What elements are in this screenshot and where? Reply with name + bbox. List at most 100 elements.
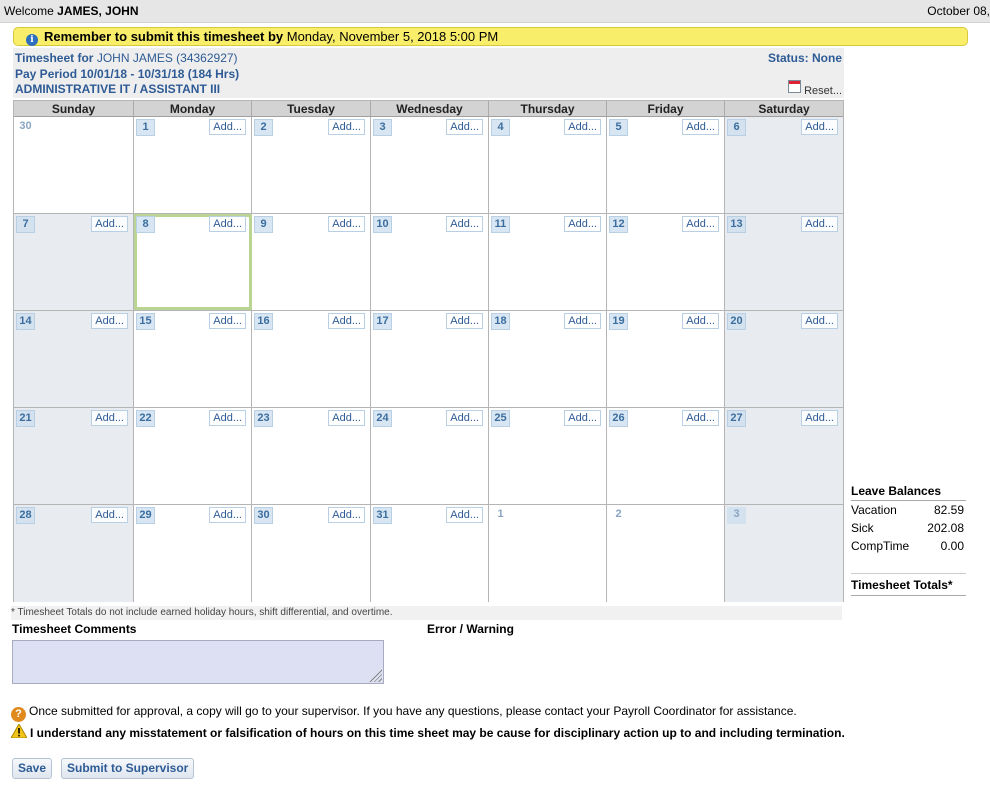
add-entry-button[interactable]: Add...: [801, 410, 838, 426]
calendar-day[interactable]: 2 Add...: [252, 117, 371, 213]
timesheet-header: Timesheet for JOHN JAMES (34362927) Pay …: [13, 48, 844, 98]
day-number: 22: [136, 410, 155, 427]
calendar-day[interactable]: 24 Add...: [371, 408, 489, 504]
add-entry-button[interactable]: Add...: [91, 313, 128, 329]
add-entry-button[interactable]: Add...: [446, 313, 483, 329]
calendar-day[interactable]: 27 Add...: [725, 408, 843, 504]
calendar-day[interactable]: 3 Add...: [371, 117, 489, 213]
leave-type-label: Vacation: [851, 503, 897, 517]
add-entry-button[interactable]: Add...: [328, 410, 365, 426]
calendar-day[interactable]: 14 Add...: [14, 311, 134, 407]
add-entry-button[interactable]: Add...: [801, 119, 838, 135]
calendar-day[interactable]: 6 Add...: [725, 117, 843, 213]
calendar-day[interactable]: 31 Add...: [371, 505, 489, 602]
add-entry-button[interactable]: Add...: [209, 119, 246, 135]
calendar-day[interactable]: 22 Add...: [134, 408, 252, 504]
add-entry-button[interactable]: Add...: [209, 216, 246, 232]
day-number: 11: [491, 216, 510, 233]
add-entry-button[interactable]: Add...: [328, 313, 365, 329]
add-entry-button[interactable]: Add...: [801, 216, 838, 232]
add-entry-button[interactable]: Add...: [209, 410, 246, 426]
calendar-day[interactable]: 29 Add...: [134, 505, 252, 602]
add-entry-button[interactable]: Add...: [446, 119, 483, 135]
calendar-day[interactable]: 17 Add...: [371, 311, 489, 407]
calendar-day[interactable]: 4 Add...: [489, 117, 607, 213]
save-button[interactable]: Save: [12, 758, 53, 779]
add-entry-button[interactable]: Add...: [91, 507, 128, 523]
calendar-day[interactable]: 1: [489, 505, 607, 602]
calendar-day[interactable]: 26 Add...: [607, 408, 725, 504]
question-icon: ?: [11, 707, 26, 722]
add-entry-button[interactable]: Add...: [328, 216, 365, 232]
calendar-day-today[interactable]: 8 Add...: [134, 214, 252, 310]
day-number: 25: [491, 410, 510, 427]
add-entry-button[interactable]: Add...: [209, 313, 246, 329]
leave-balance-value: 202.08: [927, 521, 964, 535]
add-entry-button[interactable]: Add...: [564, 410, 601, 426]
calendar-day[interactable]: 3: [725, 505, 843, 602]
welcome-text: Welcome JAMES, JOHN: [4, 4, 139, 18]
calendar-day[interactable]: 30: [14, 117, 134, 213]
calendar-day[interactable]: 2: [607, 505, 725, 602]
calendar-day[interactable]: 16 Add...: [252, 311, 371, 407]
add-entry-button[interactable]: Add...: [564, 313, 601, 329]
add-entry-button[interactable]: Add...: [682, 216, 719, 232]
add-entry-button[interactable]: Add...: [446, 216, 483, 232]
add-entry-button[interactable]: Add...: [682, 119, 719, 135]
add-entry-button[interactable]: Add...: [682, 410, 719, 426]
calendar-day[interactable]: 12 Add...: [607, 214, 725, 310]
error-warning-label: Error / Warning: [427, 622, 514, 636]
calendar-day[interactable]: 1 Add...: [134, 117, 252, 213]
add-entry-button[interactable]: Add...: [209, 507, 246, 523]
calendar-day[interactable]: 10 Add...: [371, 214, 489, 310]
add-entry-button[interactable]: Add...: [564, 119, 601, 135]
calendar-day[interactable]: 15 Add...: [134, 311, 252, 407]
submit-to-supervisor-button[interactable]: Submit to Supervisor: [61, 758, 195, 779]
calendar-day[interactable]: 25 Add...: [489, 408, 607, 504]
add-entry-button[interactable]: Add...: [91, 216, 128, 232]
day-header-tuesday: Tuesday: [252, 101, 371, 116]
calendar-day[interactable]: 19 Add...: [607, 311, 725, 407]
calendar-day[interactable]: 18 Add...: [489, 311, 607, 407]
add-entry-button[interactable]: Add...: [91, 410, 128, 426]
add-entry-button[interactable]: Add...: [801, 313, 838, 329]
add-entry-button[interactable]: Add...: [446, 410, 483, 426]
add-entry-button[interactable]: Add...: [328, 507, 365, 523]
calendar-week: 30 1 Add... 2 Add... 3 Add... 4 Add... 5 Add... 6 Ad…: [14, 117, 843, 214]
leave-balance-value: 82.59: [933, 503, 964, 517]
day-number: 1: [136, 119, 155, 136]
calendar-day[interactable]: 11 Add...: [489, 214, 607, 310]
day-number: 10: [373, 216, 392, 233]
add-entry-button[interactable]: Add...: [682, 313, 719, 329]
welcome-user: JAMES, JOHN: [57, 4, 139, 18]
welcome-prefix: Welcome: [4, 4, 58, 18]
day-number: 3: [727, 507, 746, 524]
reset-link[interactable]: Reset...: [788, 80, 842, 97]
calendar-day[interactable]: 23 Add...: [252, 408, 371, 504]
calendar-day[interactable]: 20 Add...: [725, 311, 843, 407]
day-number: 15: [136, 313, 155, 330]
day-number: 8: [136, 216, 155, 233]
top-bar: Welcome JAMES, JOHN October 08,: [0, 0, 990, 23]
day-header-thursday: Thursday: [489, 101, 607, 116]
calendar-day[interactable]: 28 Add...: [14, 505, 134, 602]
calendar-day[interactable]: 13 Add...: [725, 214, 843, 310]
calendar-day[interactable]: 30 Add...: [252, 505, 371, 602]
day-number: 13: [727, 216, 746, 233]
warning-notice-text: I understand any misstatement or falsifi…: [30, 726, 845, 740]
timesheet-for: Timesheet for JOHN JAMES (34362927): [15, 51, 238, 65]
calendar-day[interactable]: 7 Add...: [14, 214, 134, 310]
day-number: 16: [254, 313, 273, 330]
add-entry-button[interactable]: Add...: [564, 216, 601, 232]
comments-textarea[interactable]: [12, 640, 384, 684]
day-number: 30: [19, 120, 32, 132]
day-number: 6: [727, 119, 746, 136]
add-entry-button[interactable]: Add...: [328, 119, 365, 135]
add-entry-button[interactable]: Add...: [446, 507, 483, 523]
calendar-day[interactable]: 21 Add...: [14, 408, 134, 504]
resize-handle-icon[interactable]: [368, 668, 382, 682]
calendar-day[interactable]: 5 Add...: [607, 117, 725, 213]
calendar-day[interactable]: 9 Add...: [252, 214, 371, 310]
info-notice-text: Once submitted for approval, a copy will…: [29, 704, 797, 718]
day-header-sunday: Sunday: [14, 101, 134, 116]
